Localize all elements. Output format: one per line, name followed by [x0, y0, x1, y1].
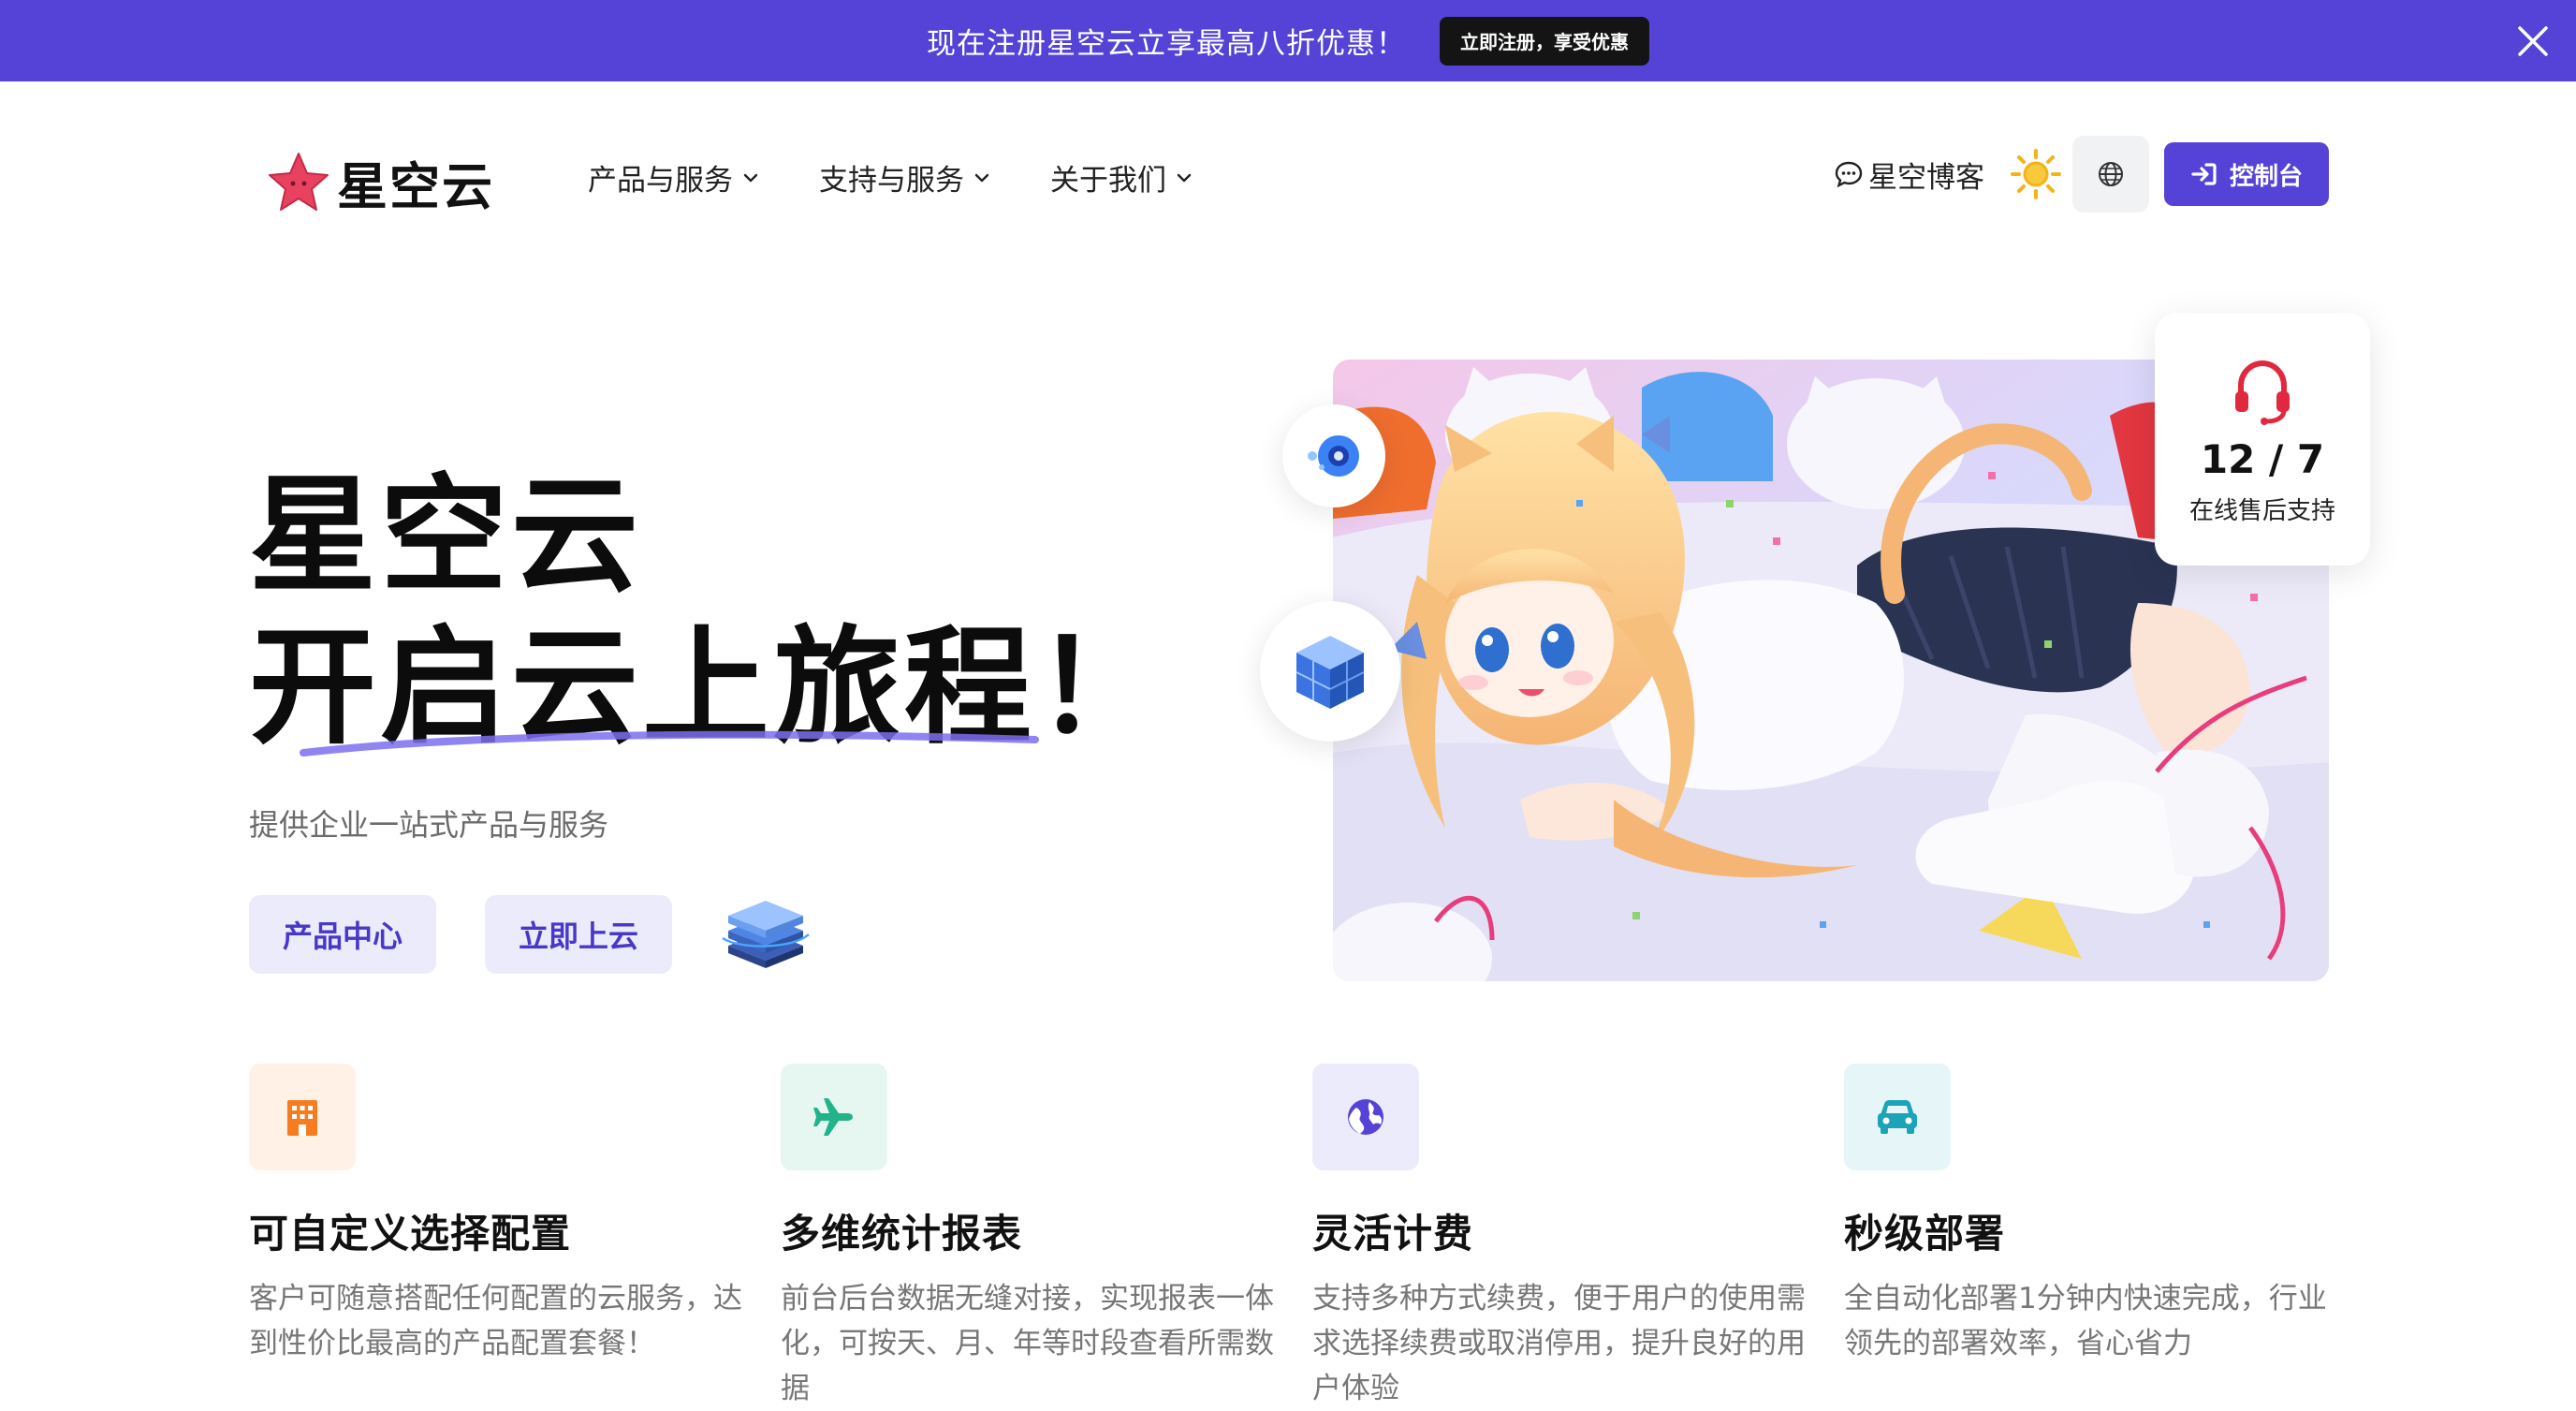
chevron-down-icon: [974, 173, 989, 182]
top-navbar: 星空云 产品与服务 支持与服务 关于我们 星空博客 控制台: [0, 81, 2576, 269]
globe-icon: [1348, 1099, 1383, 1135]
menu-label: 关于我们: [1050, 164, 1166, 198]
feature-title: 多维统计报表: [781, 1211, 1023, 1257]
title-underline-decoration: [300, 730, 1039, 757]
support-label: 在线售后支持: [2188, 497, 2335, 525]
feature-icon-box: [249, 1064, 356, 1170]
menu-label: 支持与服务: [819, 164, 964, 198]
coin-stack-icon: [1308, 435, 1359, 477]
building-icon: [287, 1100, 317, 1136]
product-center-button[interactable]: 产品中心: [249, 895, 437, 974]
airplane-icon: [813, 1098, 853, 1136]
close-icon[interactable]: [2514, 22, 2552, 60]
feature-description: 前台后台数据无缝对接，实现报表一体化，可按天、月、年等时段查看所需数据: [781, 1282, 1274, 1405]
feature-icon-box: [1312, 1064, 1419, 1170]
feature-title: 秒级部署: [1844, 1211, 2006, 1257]
feature-statistics-reports: 多维统计报表 前台后台数据无缝对接，实现报表一体化，可按天、月、年等时段查看所需…: [781, 1064, 1286, 1411]
nav-actions: 星空博客 控制台: [1833, 136, 2329, 213]
server-stack-icon: [722, 901, 810, 968]
cube-icon: [1295, 636, 1365, 709]
menu-products-services[interactable]: 产品与服务: [588, 156, 761, 198]
menu-label: 产品与服务: [588, 164, 733, 198]
sign-in-icon: [2191, 163, 2217, 185]
promo-banner: 现在注册星空云立享最高八折优惠！ 立即注册，享受优惠: [0, 0, 2576, 81]
feature-icon-box: [781, 1064, 887, 1170]
feature-description: 客户可随意搭配任何配置的云服务，达到性价比最高的产品配置套餐！: [249, 1282, 742, 1360]
feature-instant-deploy: 秒级部署 全自动化部署1分钟内快速完成，行业领先的部署效率，省心省力: [1844, 1064, 2349, 1366]
main-menu: 产品与服务 支持与服务 关于我们: [588, 156, 1252, 198]
feature-custom-config: 可自定义选择配置 客户可随意搭配任何配置的云服务，达到性价比最高的产品配置套餐！: [249, 1064, 754, 1366]
chat-bubble-icon: [1835, 161, 1863, 188]
chevron-down-icon: [743, 173, 758, 182]
feature-icon-box: [1844, 1064, 1951, 1170]
hero-title-line1: 星空云: [249, 463, 642, 610]
feature-title: 可自定义选择配置: [249, 1211, 572, 1257]
hero-subtitle: 提供企业一站式产品与服务: [249, 807, 609, 843]
menu-support-services[interactable]: 支持与服务: [819, 156, 992, 198]
go-cloud-button[interactable]: 立即上云: [485, 895, 673, 974]
blog-link[interactable]: 星空博客: [1833, 154, 1984, 196]
feature-flexible-billing: 灵活计费 支持多种方式续费，便于用户的使用需求选择续费或取消停用，提升良好的用户…: [1312, 1064, 1818, 1411]
support-hours: 12 / 7: [2200, 436, 2325, 482]
feature-description: 全自动化部署1分钟内快速完成，行业领先的部署效率，省心省力: [1844, 1282, 2327, 1360]
console-label: 控制台: [2229, 162, 2303, 191]
hero-actions: 产品中心 立即上云: [249, 895, 811, 974]
star-logo-icon: [269, 152, 329, 211]
blog-label: 星空博客: [1867, 160, 1984, 195]
promo-text: 现在注册星空云立享最高八折优惠！: [927, 27, 1406, 61]
feature-title: 灵活计费: [1312, 1211, 1474, 1257]
floating-badge-mid: [1260, 601, 1400, 742]
sun-theme-icon[interactable]: [2009, 147, 2063, 201]
hero-title: 星空云 开启云上旅程！: [249, 461, 1166, 764]
headset-icon: [2235, 360, 2290, 425]
menu-about-us[interactable]: 关于我们: [1050, 156, 1194, 198]
globe-icon: [2098, 162, 2123, 186]
language-button[interactable]: [2071, 136, 2149, 213]
car-icon: [1878, 1100, 1917, 1134]
floating-badge-top: [1282, 404, 1385, 507]
register-button[interactable]: 立即注册，享受优惠: [1440, 16, 1649, 66]
brand-name: 星空云: [337, 157, 494, 216]
brand-logo[interactable]: 星空云: [266, 145, 494, 219]
feature-description: 支持多种方式续费，便于用户的使用需求选择续费或取消停用，提升良好的用户体验: [1312, 1282, 1806, 1405]
support-card: 12 / 7 在线售后支持: [2155, 313, 2370, 566]
chevron-down-icon: [1177, 173, 1192, 182]
console-button[interactable]: 控制台: [2163, 142, 2329, 206]
